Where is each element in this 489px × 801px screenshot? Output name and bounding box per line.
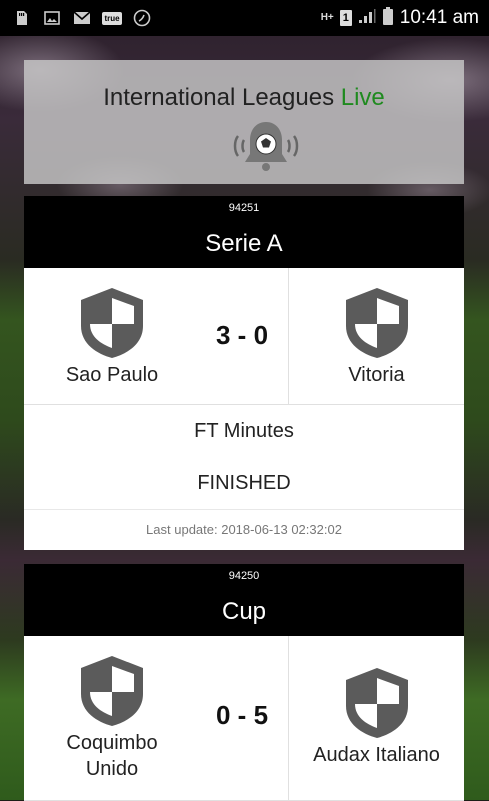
away-team-name: Vitoria bbox=[348, 364, 405, 386]
match-status: FINISHED bbox=[197, 472, 291, 494]
sd-card-icon bbox=[12, 10, 32, 26]
away-team: Audax Italiano bbox=[289, 636, 464, 800]
bell-ball-icon bbox=[233, 122, 299, 171]
clock: 10:41 am bbox=[399, 7, 479, 28]
phone-app-icon bbox=[132, 9, 152, 27]
signal-icon bbox=[358, 8, 376, 29]
shield-icon bbox=[81, 656, 143, 726]
match-id: 94251 bbox=[24, 196, 464, 220]
gmail-icon bbox=[72, 10, 92, 26]
teams-row: Coquimbo Unido 0 - 5 Audax Italiano bbox=[24, 636, 464, 801]
app-header: International Leagues Live bbox=[24, 60, 464, 184]
away-team: Vitoria bbox=[289, 268, 464, 404]
match-card[interactable]: 94250 Cup Coquimbo Unido 0 - 5 Audax Ita… bbox=[24, 564, 464, 801]
battery-icon bbox=[382, 6, 394, 30]
app-title: International Leagues Live bbox=[24, 84, 464, 112]
league-name: Cup bbox=[24, 588, 464, 636]
home-team: Sao Paulo 3 - 0 bbox=[24, 268, 289, 404]
sim-indicator: 1 bbox=[339, 10, 352, 26]
last-update: Last update: 2018-06-13 02:32:02 bbox=[24, 509, 464, 550]
score: 3 - 0 bbox=[216, 320, 269, 350]
home-team-name: Coquimbo Unido bbox=[66, 732, 158, 780]
image-icon bbox=[42, 10, 62, 26]
app-title-main: International Leagues bbox=[103, 84, 335, 111]
true-app-icon: true bbox=[102, 11, 122, 25]
app-title-accent: Live bbox=[340, 84, 385, 111]
league-name: Serie A bbox=[24, 220, 464, 268]
teams-row: Sao Paulo 3 - 0 Vitoria bbox=[24, 268, 464, 405]
match-id: 94250 bbox=[24, 564, 464, 588]
away-team-name: Audax Italiano bbox=[313, 744, 440, 766]
shield-icon bbox=[81, 288, 143, 358]
match-minutes: FT Minutes bbox=[194, 420, 294, 442]
shield-icon bbox=[346, 288, 408, 358]
score: 0 - 5 bbox=[216, 700, 269, 730]
shield-icon bbox=[346, 668, 408, 738]
status-bar: true H+ 1 10:41 am bbox=[0, 0, 489, 36]
network-type-label: H+ bbox=[320, 12, 334, 23]
match-card[interactable]: 94251 Serie A Sao Paulo 3 - 0 Vitoria FT… bbox=[24, 196, 464, 550]
home-team-name: Sao Paulo bbox=[65, 364, 159, 386]
home-team: Coquimbo Unido 0 - 5 bbox=[24, 636, 289, 800]
